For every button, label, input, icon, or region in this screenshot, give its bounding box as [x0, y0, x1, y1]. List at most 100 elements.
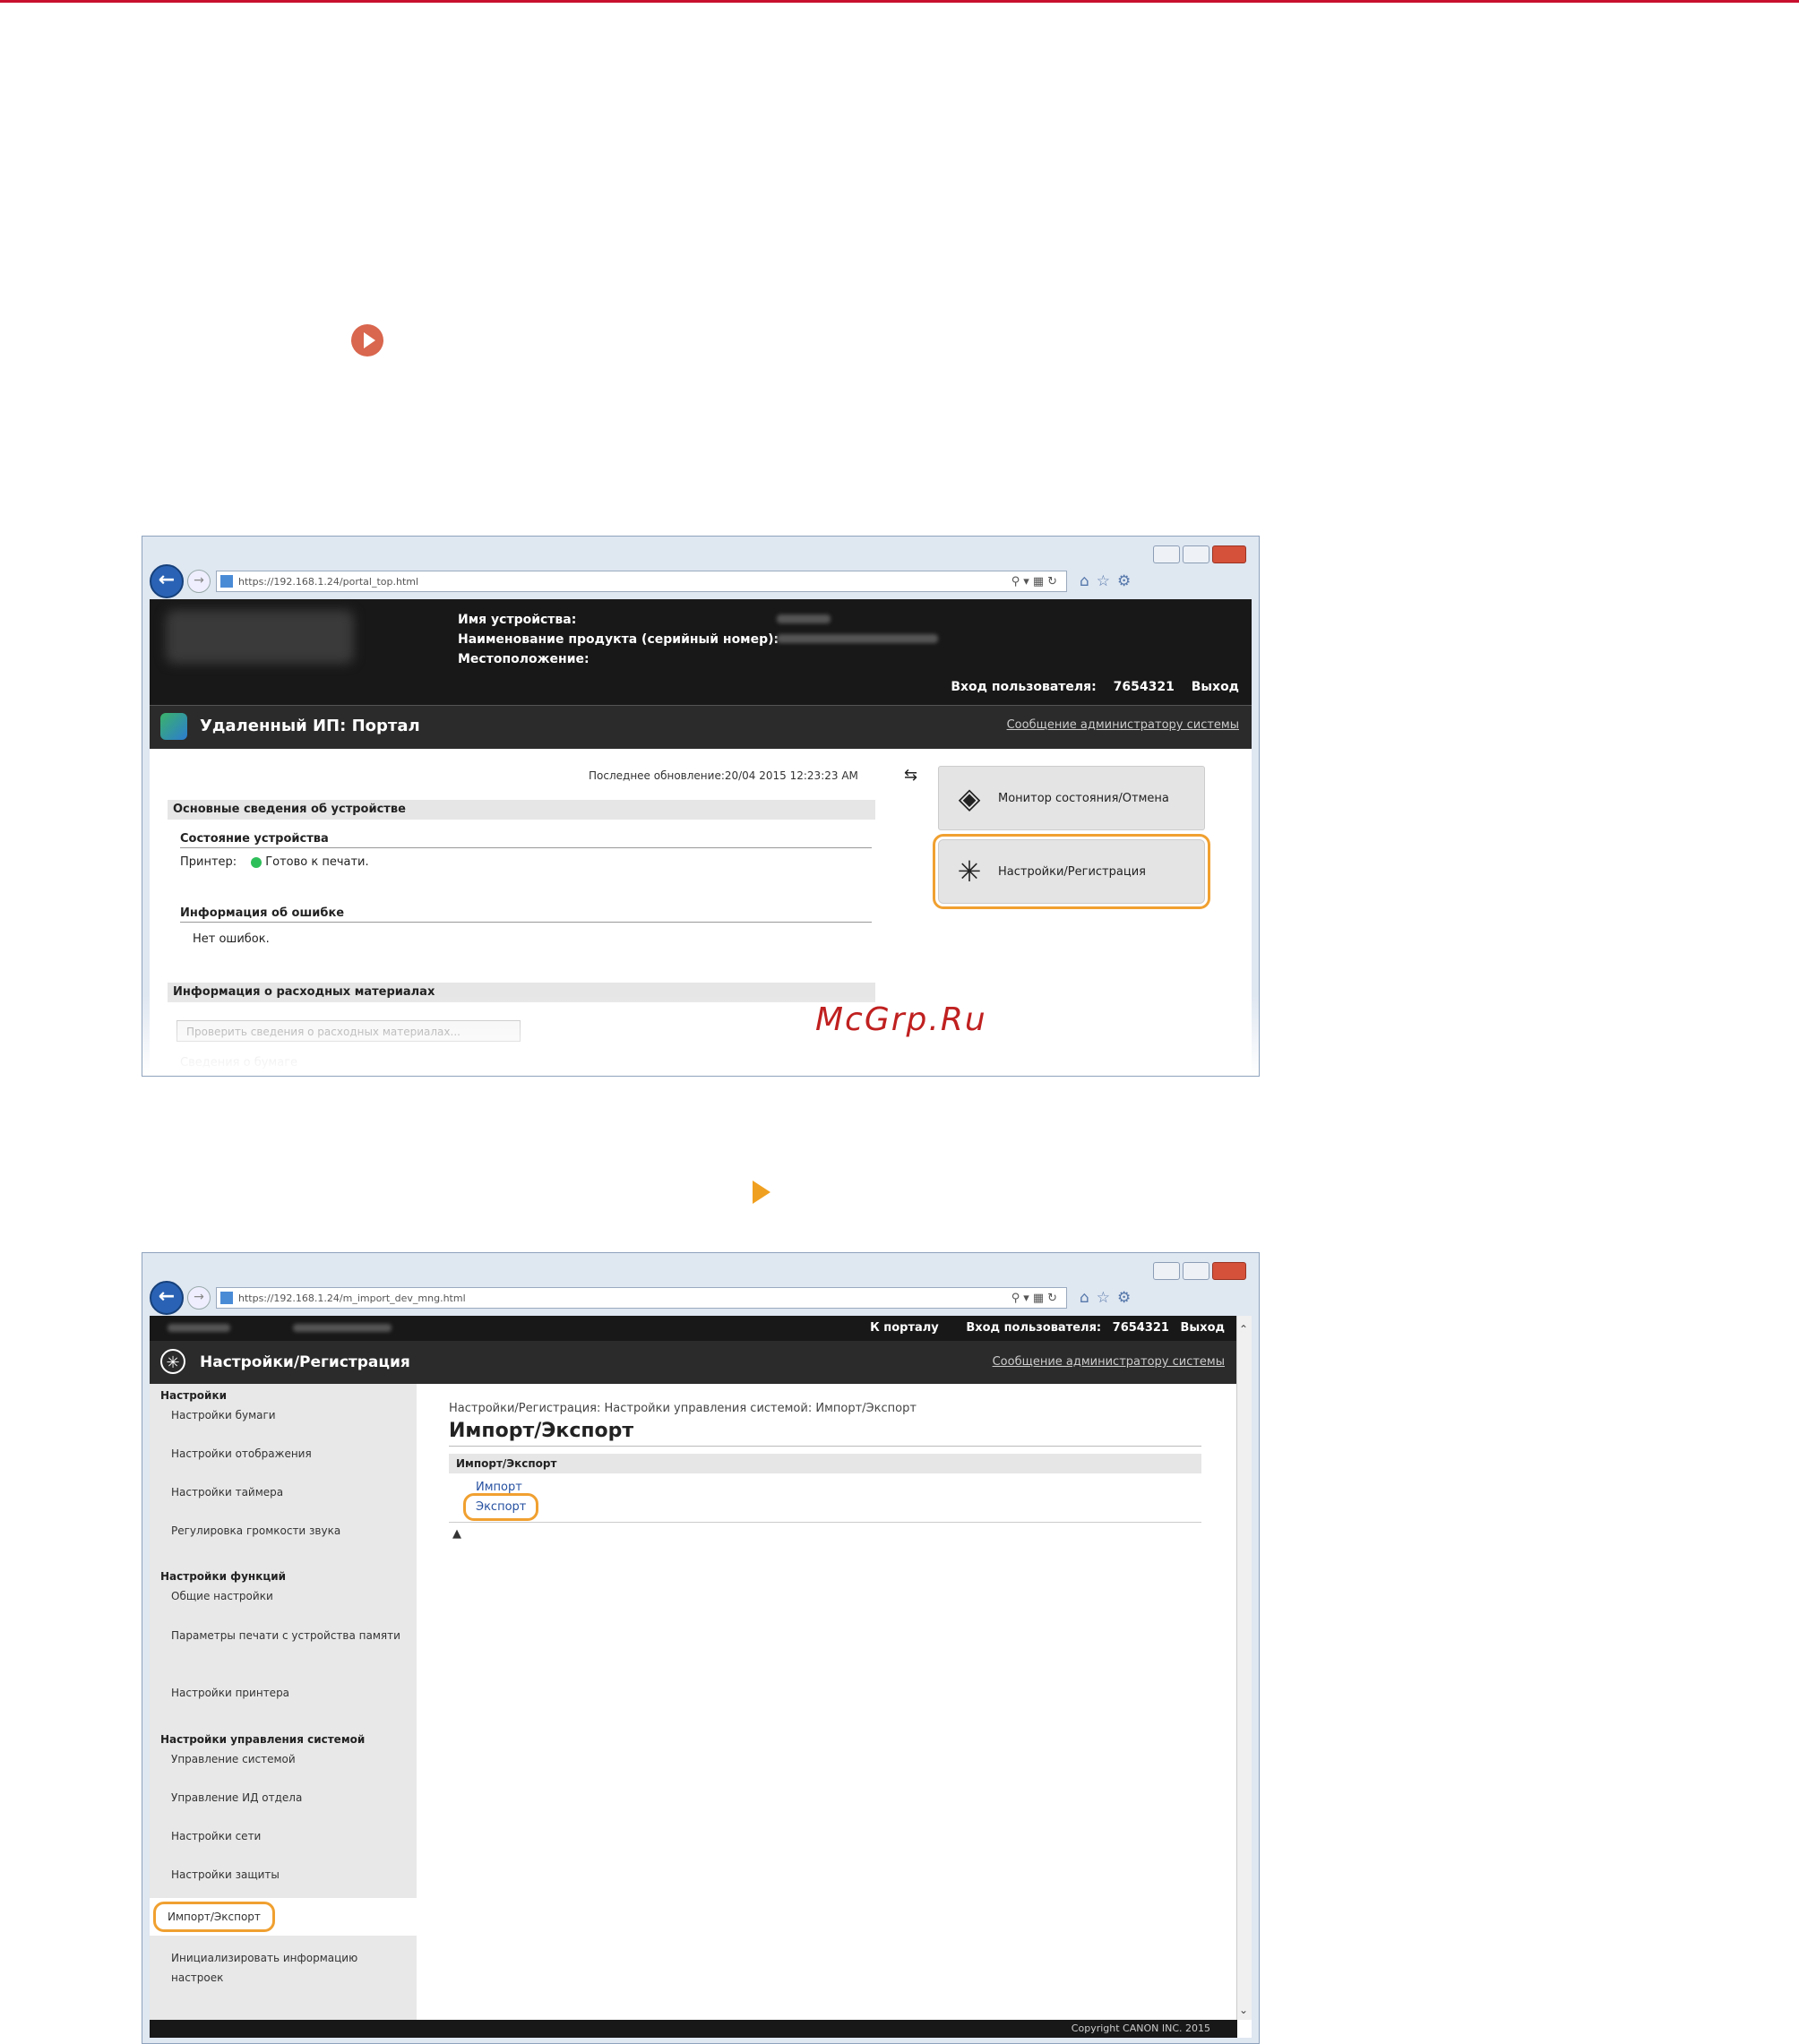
top-divider-line	[0, 0, 1799, 3]
home-star-gear-icons[interactable]: ⌂☆⚙	[1080, 572, 1138, 590]
import-link[interactable]: Импорт	[476, 1481, 522, 1494]
browser-window-settings: ← → https://192.168.1.24/m_import_dev_mn…	[142, 1252, 1260, 2044]
forward-arrow-icon[interactable]: →	[187, 570, 211, 593]
user-login-label: Вход пользователя:	[951, 680, 1097, 694]
window-controls	[1153, 545, 1246, 563]
address-url: https://192.168.1.24/portal_top.html	[238, 575, 419, 588]
footer-copyright: Copyright CANON INC. 2015	[150, 2020, 1237, 2038]
page-title: Удаленный ИП: Портал	[200, 717, 420, 735]
import-export-section: Импорт/Экспорт	[449, 1454, 1201, 1473]
device-name-blurred	[168, 1324, 230, 1332]
sidebar-item-printer[interactable]: Настройки принтера	[171, 1683, 400, 1703]
maximize-button[interactable]	[1183, 1262, 1209, 1280]
breadcrumb: Настройки/Регистрация: Настройки управле…	[449, 1402, 917, 1415]
settings-titlebar: ✳ Настройки/Регистрация Сообщение админи…	[150, 1341, 1237, 1384]
back-arrow-icon[interactable]: ←	[150, 1281, 184, 1315]
logout-link[interactable]: Выход	[1192, 680, 1239, 694]
watermark-text: McGrp.Ru	[815, 1001, 987, 1038]
scroll-up-icon[interactable]: ⌃	[1239, 1323, 1248, 1335]
settings-sidebar: Настройки Настройки бумаги Настройки ото…	[150, 1384, 417, 2020]
user-login-line: Вход пользователя: 7654321 Выход	[938, 680, 1239, 694]
basic-info-section: Основные сведения об устройстве	[168, 800, 875, 820]
sidebar-item-memory-print[interactable]: Параметры печати с устройства памяти	[171, 1626, 400, 1645]
content-divider	[449, 1522, 1201, 1523]
minimize-button[interactable]	[1153, 545, 1180, 563]
address-bar[interactable]: https://192.168.1.24/m_import_dev_mng.ht…	[216, 1287, 1067, 1309]
product-name-blurred	[777, 634, 938, 643]
favicon-icon	[220, 1292, 233, 1304]
sidebar-item-display[interactable]: Настройки отображения	[171, 1444, 400, 1464]
error-info-heading: Информация об ошибке	[180, 906, 872, 923]
status-monitor-label: Монитор состояния/Отмена	[998, 791, 1169, 805]
user-id: 7654321	[1113, 680, 1175, 694]
logout-link[interactable]: Выход	[1181, 1321, 1225, 1335]
sidebar-item-volume[interactable]: Регулировка громкости звука	[171, 1521, 400, 1541]
sidebar-item-security[interactable]: Настройки защиты	[171, 1865, 400, 1885]
minimize-button[interactable]	[1153, 1262, 1180, 1280]
portal-titlebar: Удаленный ИП: Портал Сообщение администр…	[150, 705, 1252, 749]
window-controls	[1153, 1262, 1246, 1280]
settings-registration-button[interactable]: ✳ Настройки/Регистрация	[933, 834, 1210, 909]
device-name-label: Имя устройства:	[458, 613, 577, 627]
top-right-links: К порталу Вход пользователя: 7654321 Вых…	[847, 1321, 1225, 1335]
browser-navbar: ← → https://192.168.1.24/m_import_dev_mn…	[150, 1281, 1252, 1315]
browser-navbar: ← → https://192.168.1.24/portal_top.html…	[150, 564, 1252, 598]
export-link[interactable]: Экспорт	[462, 1493, 539, 1521]
error-text: Нет ошибок.	[193, 932, 270, 946]
sidebar-item-common[interactable]: Общие настройки	[171, 1586, 400, 1606]
sidebar-item-paper[interactable]: Настройки бумаги	[171, 1405, 400, 1425]
to-portal-link[interactable]: К порталу	[870, 1321, 939, 1335]
address-url: https://192.168.1.24/m_import_dev_mng.ht…	[238, 1292, 466, 1304]
eye-monitor-icon: ◈	[958, 781, 981, 815]
printer-label: Принтер:	[180, 855, 237, 869]
sidebar-item-initialize[interactable]: Инициализировать информацию настроек	[171, 1948, 400, 1988]
device-info-labels: Имя устройства: Наименование продукта (с…	[458, 610, 779, 669]
user-id: 7654321	[1112, 1321, 1169, 1335]
admin-message-link[interactable]: Сообщение администратору системы	[993, 1355, 1225, 1369]
printer-status-row: Принтер: Готово к печати.	[180, 855, 369, 869]
paper-info-link[interactable]: Сведения о бумаге	[180, 1056, 297, 1069]
play-step-icon	[351, 324, 383, 356]
close-button[interactable]	[1212, 545, 1246, 563]
back-arrow-icon[interactable]: ←	[150, 564, 184, 598]
content-heading: Импорт/Экспорт	[449, 1420, 1201, 1447]
sidebar-item-dept-id[interactable]: Управление ИД отдела	[171, 1788, 400, 1808]
product-name-blurred	[293, 1324, 392, 1332]
sidebar-item-system-mgmt[interactable]: Управление системой	[171, 1749, 400, 1769]
device-name-blurred	[777, 614, 831, 623]
user-login-label: Вход пользователя:	[966, 1321, 1102, 1335]
page-title: Настройки/Регистрация	[200, 1353, 410, 1371]
product-name-label: Наименование продукта (серийный номер):	[458, 632, 779, 647]
device-status-heading: Состояние устройства	[180, 832, 872, 848]
back-to-top-icon[interactable]: ▲	[452, 1527, 461, 1541]
sidebar-item-import-export[interactable]: Импорт/Экспорт	[150, 1898, 417, 1936]
vertical-scrollbar[interactable]: ⌃ ⌄	[1236, 1316, 1252, 2020]
location-label: Местоположение:	[458, 652, 590, 666]
address-tools-icon[interactable]: ⚲▾▦↻	[1011, 575, 1061, 588]
favicon-icon	[220, 575, 233, 588]
step-arrow-icon	[753, 1181, 770, 1204]
browser-window-portal: ← → https://192.168.1.24/portal_top.html…	[142, 536, 1260, 1077]
sidebar-item-import-export-label: Импорт/Экспорт	[153, 1902, 275, 1932]
status-monitor-button[interactable]: ◈ Монитор состояния/Отмена	[938, 766, 1205, 830]
scroll-down-icon[interactable]: ⌄	[1239, 2004, 1248, 2016]
sidebar-item-timer[interactable]: Настройки таймера	[171, 1482, 400, 1502]
address-bar[interactable]: https://192.168.1.24/portal_top.html ⚲▾▦…	[216, 571, 1067, 592]
sidebar-group-settings: Настройки	[160, 1389, 228, 1402]
check-consumables-button[interactable]: Проверить сведения о расходных материала…	[176, 1020, 521, 1042]
ready-status-icon	[251, 856, 263, 868]
settings-asterisk-icon: ✳	[160, 1349, 185, 1374]
refresh-icon[interactable]: ⇆	[904, 766, 917, 785]
sidebar-item-network[interactable]: Настройки сети	[171, 1826, 400, 1846]
admin-message-link[interactable]: Сообщение администратору системы	[1007, 718, 1239, 732]
sidebar-group-system: Настройки управления системой	[160, 1733, 366, 1746]
brand-logo-blurred	[166, 610, 354, 664]
consumables-section: Информация о расходных материалах	[168, 983, 875, 1002]
settings-registration-label: Настройки/Регистрация	[998, 864, 1146, 879]
address-tools-icon[interactable]: ⚲▾▦↻	[1011, 1292, 1061, 1305]
device-header: Имя устройства: Наименование продукта (с…	[150, 599, 1252, 705]
close-button[interactable]	[1212, 1262, 1246, 1280]
home-star-gear-icons[interactable]: ⌂☆⚙	[1080, 1289, 1138, 1307]
maximize-button[interactable]	[1183, 545, 1209, 563]
forward-arrow-icon[interactable]: →	[187, 1286, 211, 1310]
